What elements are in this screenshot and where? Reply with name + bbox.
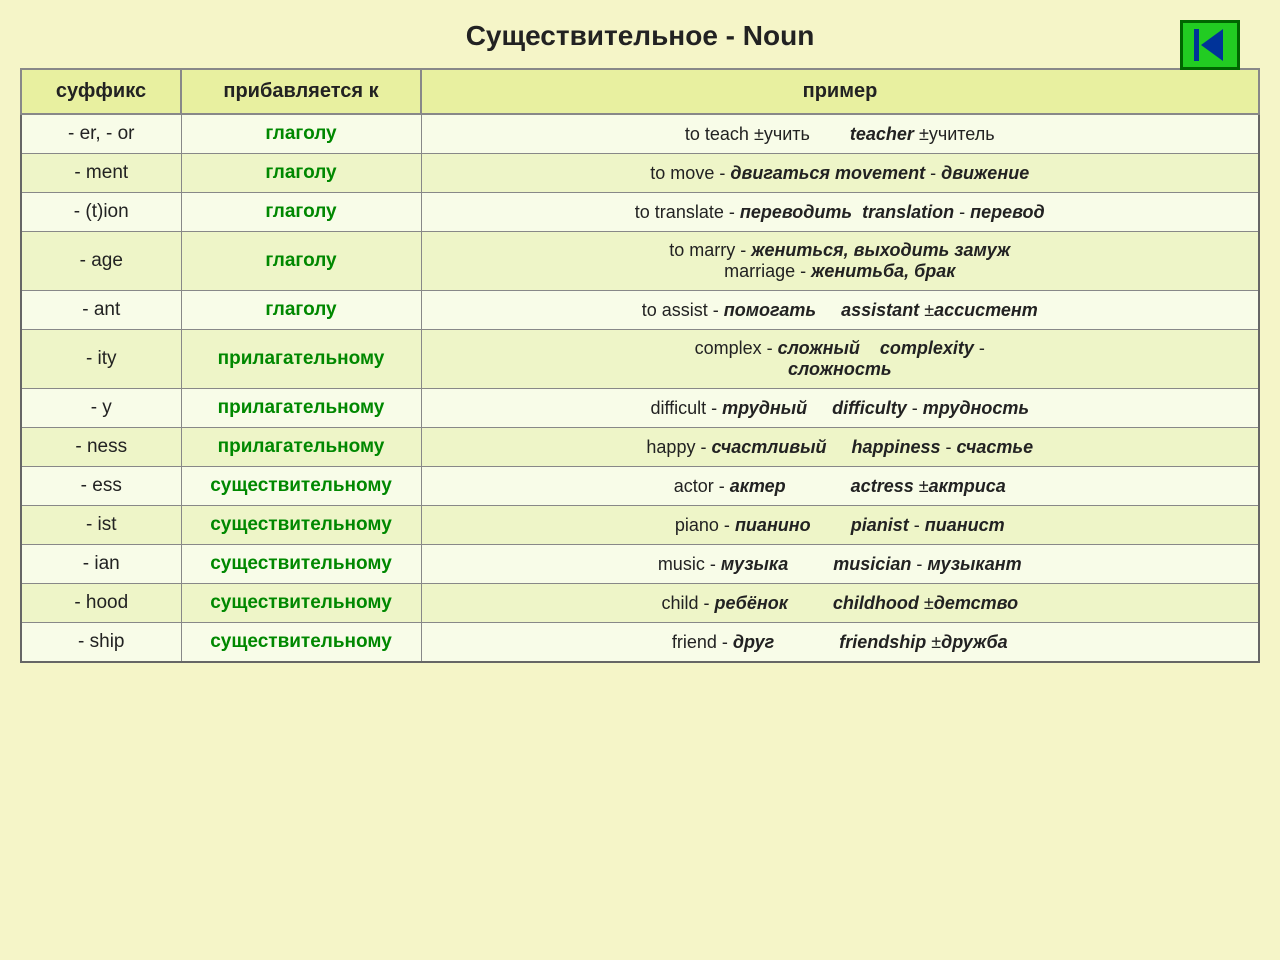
cell-suffix: - (t)ion <box>21 193 181 232</box>
cell-example: friend - друг friendship ±дружба <box>421 623 1259 663</box>
cell-example: to teach ±учить teacher ±учитель <box>421 114 1259 154</box>
cell-suffix: - hood <box>21 584 181 623</box>
cell-example: child - ребёнок childhood ±детство <box>421 584 1259 623</box>
cell-suffix: - ian <box>21 545 181 584</box>
cell-example: to move - двигаться movement - движение <box>421 154 1259 193</box>
table-row: - (t)ionглаголуto translate - переводить… <box>21 193 1259 232</box>
cell-suffix: - ness <box>21 428 181 467</box>
nav-back-button[interactable] <box>1180 20 1240 70</box>
col-header-example: пример <box>421 69 1259 114</box>
col-header-suffix: суффикс <box>21 69 181 114</box>
cell-example: to translate - переводить translation - … <box>421 193 1259 232</box>
table-row: - antглаголуto assist - помогать assista… <box>21 291 1259 330</box>
cell-suffix: - ant <box>21 291 181 330</box>
cell-suffix: - er, - or <box>21 114 181 154</box>
page-title: Существительное - Noun <box>466 20 815 52</box>
cell-added-to: прилагательному <box>181 428 421 467</box>
cell-example: happy - счастливый happiness - счастье <box>421 428 1259 467</box>
cell-suffix: - y <box>21 389 181 428</box>
table-body: - er, - orглаголуto teach ±учить teacher… <box>21 114 1259 662</box>
cell-example: music - музыка musician - музыкант <box>421 545 1259 584</box>
cell-example: complex - сложный complexity -сложность <box>421 330 1259 389</box>
cell-suffix: - ess <box>21 467 181 506</box>
cell-added-to: глаголу <box>181 193 421 232</box>
table-row: - mentглаголуto move - двигаться movemen… <box>21 154 1259 193</box>
cell-example: difficult - трудный difficulty - труднос… <box>421 389 1259 428</box>
cell-added-to: прилагательному <box>181 330 421 389</box>
cell-added-to: глаголу <box>181 154 421 193</box>
nav-bar-icon <box>1194 29 1199 61</box>
table-row: - ianсуществительномуmusic - музыка musi… <box>21 545 1259 584</box>
cell-added-to: существительному <box>181 467 421 506</box>
cell-suffix: - ity <box>21 330 181 389</box>
table-row: - ityприлагательномуcomplex - сложный co… <box>21 330 1259 389</box>
cell-example: to assist - помогать assistant ±ассистен… <box>421 291 1259 330</box>
cell-added-to: глаголу <box>181 232 421 291</box>
table-row: - ageглаголуto marry - жениться, выходит… <box>21 232 1259 291</box>
cell-added-to: существительному <box>181 545 421 584</box>
cell-added-to: глаголу <box>181 291 421 330</box>
header: Существительное - Noun <box>20 20 1260 52</box>
cell-suffix: - ment <box>21 154 181 193</box>
cell-example: actor - актер actress ±актриса <box>421 467 1259 506</box>
cell-suffix: - ship <box>21 623 181 663</box>
table-row: - yприлагательномуdifficult - трудный di… <box>21 389 1259 428</box>
table-row: - nessприлагательномуhappy - счастливый … <box>21 428 1259 467</box>
table-header: суффикс прибавляется к пример <box>21 69 1259 114</box>
table-row: - essсуществительномуactor - актер actre… <box>21 467 1259 506</box>
table-row: - hoodсуществительномуchild - ребёнок ch… <box>21 584 1259 623</box>
col-header-added-to: прибавляется к <box>181 69 421 114</box>
cell-added-to: существительному <box>181 623 421 663</box>
noun-suffixes-table: суффикс прибавляется к пример - er, - or… <box>20 68 1260 663</box>
table-row: - shipсуществительномуfriend - друг frie… <box>21 623 1259 663</box>
nav-arrow-icon <box>1201 29 1223 61</box>
cell-added-to: существительному <box>181 506 421 545</box>
cell-example: to marry - жениться, выходить замужmarri… <box>421 232 1259 291</box>
table-row: - istсуществительномуpiano - пианино pia… <box>21 506 1259 545</box>
cell-suffix: - ist <box>21 506 181 545</box>
cell-added-to: прилагательному <box>181 389 421 428</box>
table-row: - er, - orглаголуto teach ±учить teacher… <box>21 114 1259 154</box>
cell-example: piano - пианино pianist - пианист <box>421 506 1259 545</box>
cell-added-to: существительному <box>181 584 421 623</box>
cell-added-to: глаголу <box>181 114 421 154</box>
header-row: суффикс прибавляется к пример <box>21 69 1259 114</box>
cell-suffix: - age <box>21 232 181 291</box>
